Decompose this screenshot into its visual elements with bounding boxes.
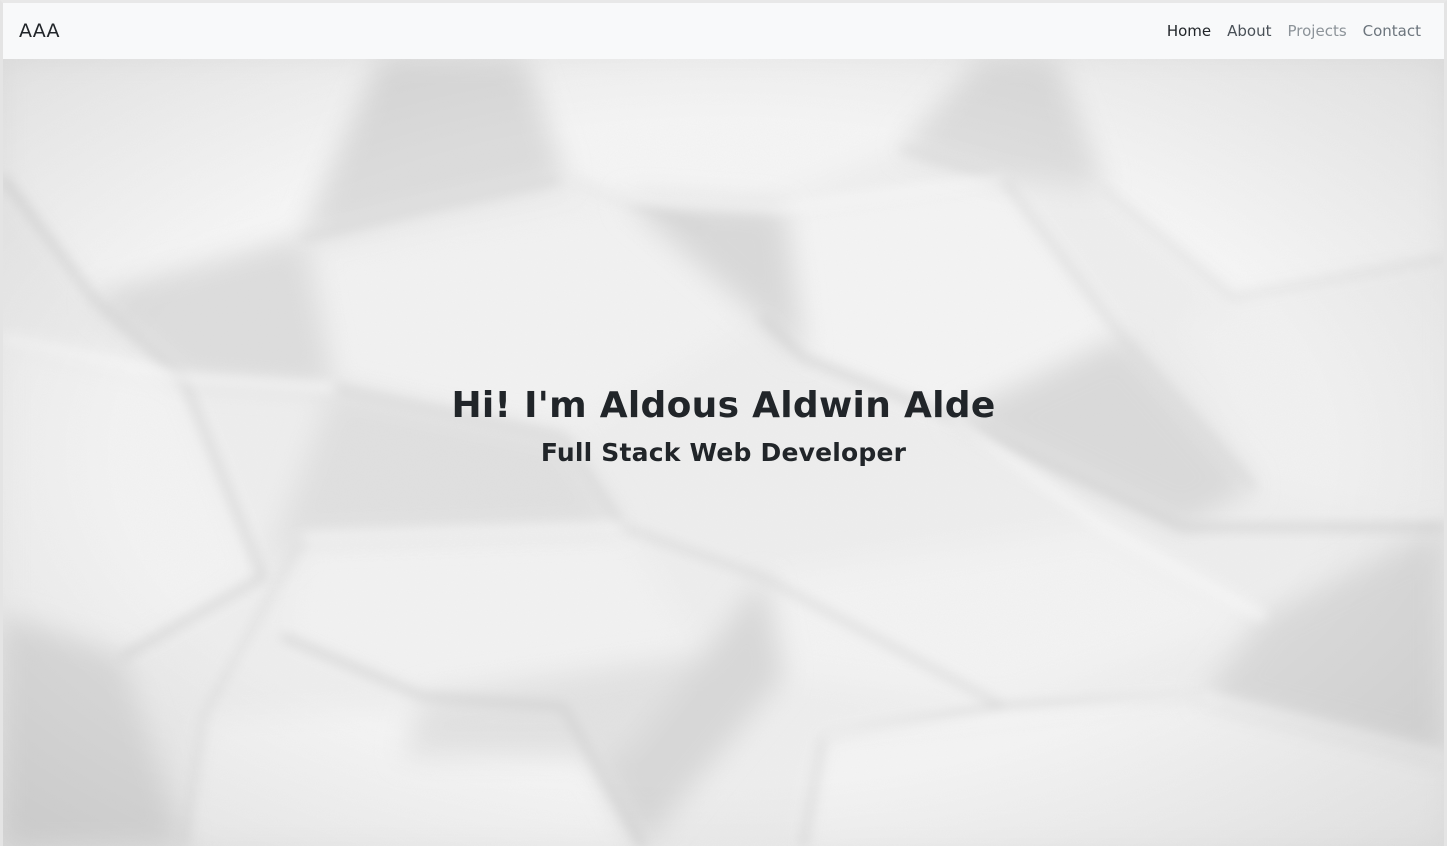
nav-link-about[interactable]: About: [1227, 22, 1271, 40]
nav-links: Home About Projects Contact: [1167, 22, 1421, 40]
hero-title: Hi! I'm Aldous Aldwin Alde: [451, 385, 996, 426]
nav-link-projects[interactable]: Projects: [1288, 22, 1347, 40]
brand-logo[interactable]: AAA: [19, 20, 60, 42]
hero-subtitle: Full Stack Web Developer: [540, 438, 907, 467]
nav-link-home[interactable]: Home: [1167, 22, 1211, 40]
hero-content: Hi! I'm Aldous Aldwin Alde Full Stack We…: [3, 381, 1444, 473]
hero-section: Hi! I'm Aldous Aldwin Alde Full Stack We…: [3, 59, 1444, 846]
nav-link-contact[interactable]: Contact: [1363, 22, 1421, 40]
navbar: AAA Home About Projects Contact: [3, 3, 1444, 59]
